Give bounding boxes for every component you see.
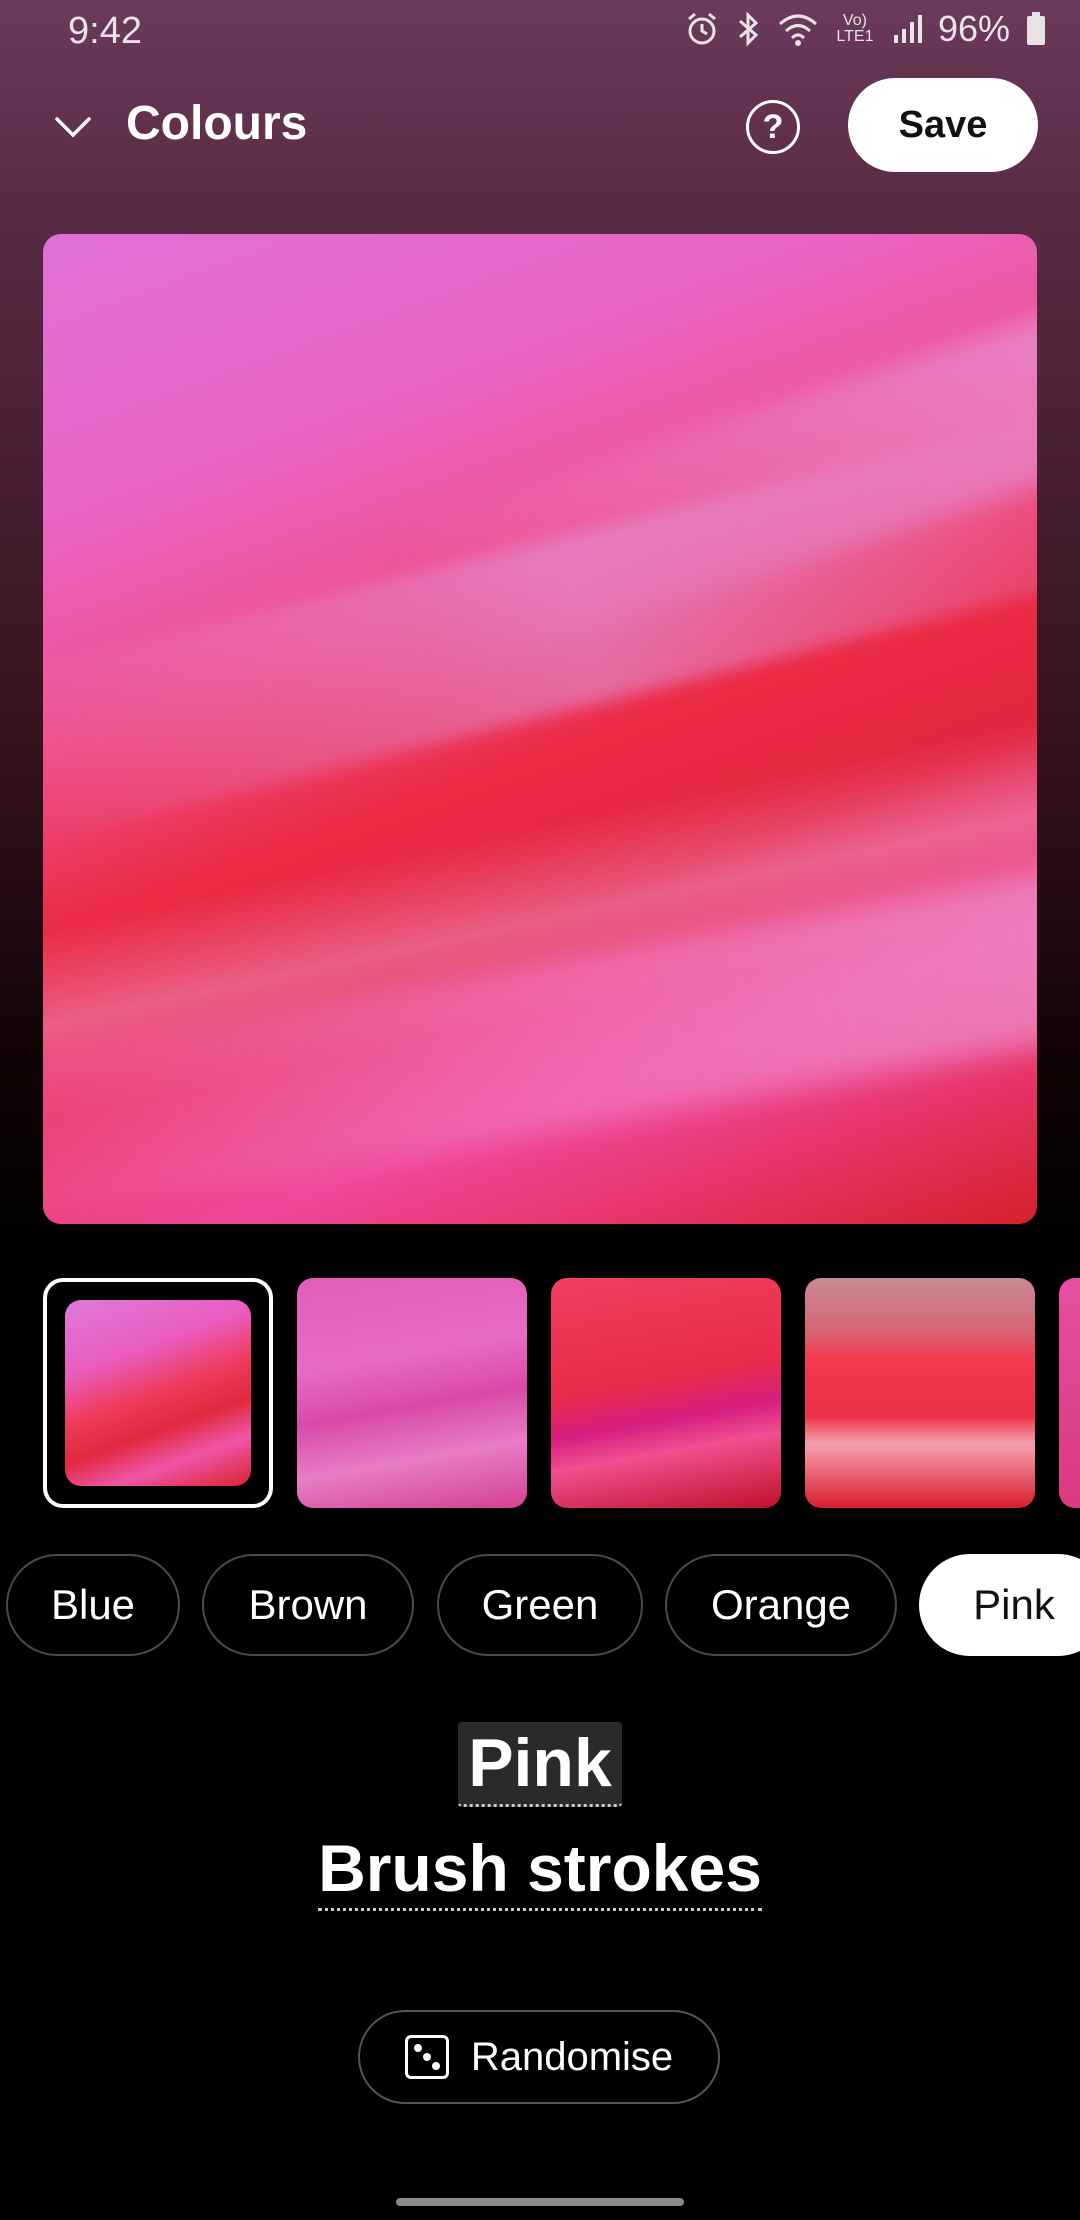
- status-icons: Vo) LTE1 96%: [684, 8, 1046, 50]
- chip-blue[interactable]: Blue: [6, 1554, 180, 1656]
- randomise-button[interactable]: Randomise: [358, 2010, 720, 2104]
- brush-stroke-highlight: [43, 846, 1037, 1224]
- status-time: 9:42: [68, 10, 142, 52]
- chip-pink[interactable]: Pink: [919, 1554, 1080, 1656]
- randomise-label: Randomise: [470, 2034, 674, 2079]
- dice-icon: [404, 2035, 449, 2079]
- battery-percentage: 96%: [937, 8, 1010, 49]
- chip-orange[interactable]: Orange: [665, 1554, 897, 1656]
- chevron-down-icon: [54, 115, 92, 144]
- home-indicator[interactable]: [396, 2198, 684, 2206]
- selected-wallpaper-name[interactable]: Brush strokes: [318, 1830, 762, 1911]
- brush-stroke-highlight: [43, 391, 1037, 847]
- category-chip-row[interactable]: Blue Brown Green Orange Pink: [0, 1554, 1080, 1660]
- wallpaper-preview: [43, 234, 1037, 1224]
- save-button[interactable]: Save: [848, 78, 1038, 172]
- thumbnail-image: [65, 1300, 251, 1486]
- chip-brown[interactable]: Brown: [202, 1554, 414, 1656]
- page-title: Colours: [126, 97, 308, 150]
- wallpaper-thumbnail[interactable]: [551, 1278, 781, 1508]
- header: Colours ? Save: [0, 66, 1080, 190]
- wallpaper-thumbnail-selected[interactable]: [43, 1278, 273, 1508]
- collapse-chevron-button[interactable]: [48, 104, 98, 154]
- battery-icon: [1026, 12, 1046, 46]
- selected-category-wrap: Pink: [0, 1722, 1080, 1807]
- bluetooth-icon: [736, 11, 762, 47]
- wifi-icon: [778, 12, 818, 46]
- wallpaper-thumbnail[interactable]: [297, 1278, 527, 1508]
- help-icon: ?: [762, 107, 784, 146]
- wallpaper-thumbnail[interactable]: [805, 1278, 1035, 1508]
- wallpaper-thumbnail-strip[interactable]: [0, 1278, 1080, 1514]
- status-bar: 9:42 Vo) LTE1 96%: [0, 0, 1080, 66]
- chip-green[interactable]: Green: [437, 1554, 643, 1656]
- selected-category-label[interactable]: Pink: [458, 1722, 622, 1807]
- network-type-label: Vo) LTE1: [836, 12, 874, 45]
- selected-wallpaper-wrap: Brush strokes: [0, 1830, 1080, 1911]
- alarm-icon: [684, 11, 720, 47]
- help-button[interactable]: ?: [746, 100, 800, 154]
- wallpaper-thumbnail[interactable]: [1059, 1278, 1080, 1508]
- signal-icon: [892, 13, 922, 45]
